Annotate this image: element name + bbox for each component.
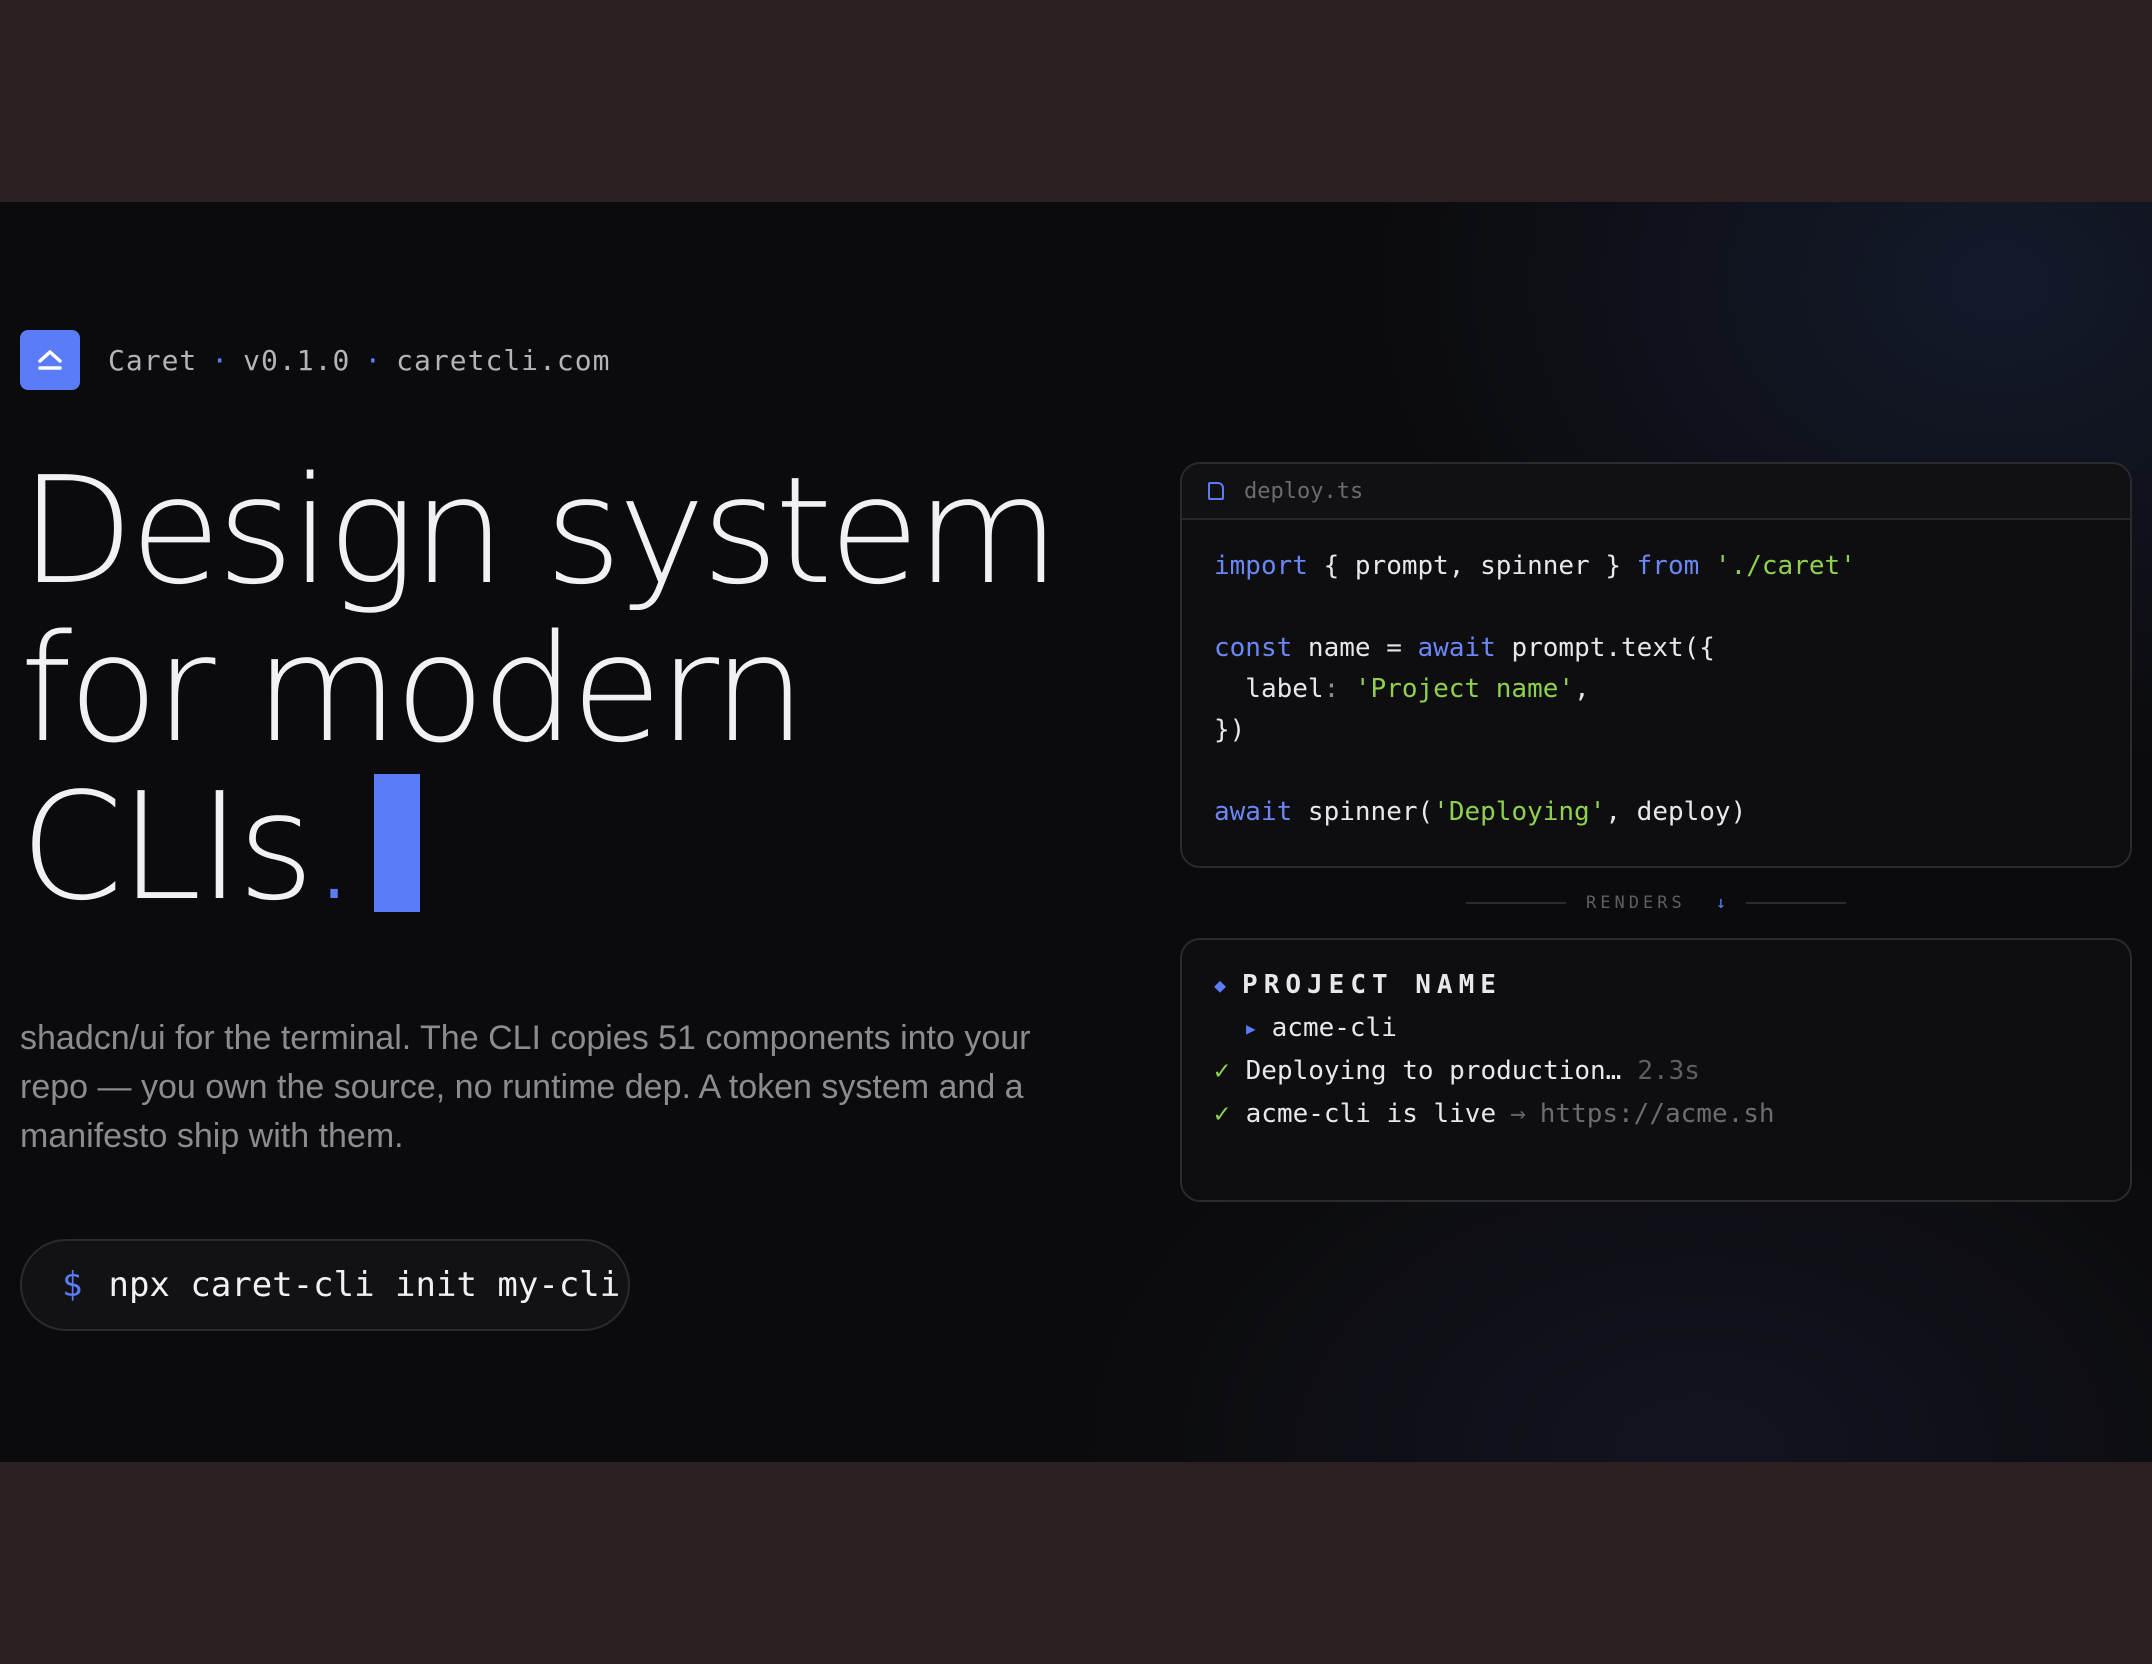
code-keyword: await [1214, 797, 1293, 827]
status-row: ✓ acme-cli is live → https://acme.sh [1214, 1093, 2130, 1136]
brand-row: Caret · v0.1.0 · caretcli.com [20, 330, 610, 390]
block-cursor [373, 774, 420, 912]
live-url-link[interactable]: https://acme.sh [1540, 1093, 1775, 1136]
status-row: ✓ Deploying to production… 2.3s [1214, 1050, 2130, 1093]
shell-prompt: $ [62, 1265, 83, 1305]
prompt-answer: acme-cli [1271, 1013, 1397, 1043]
code-string: 'Deploying' [1433, 797, 1606, 827]
code-keyword: from [1636, 551, 1700, 581]
filename: deploy.ts [1244, 478, 1364, 504]
brand-meta: Caret · v0.1.0 · caretcli.com [108, 344, 610, 377]
code-line: label: 'Project name', [1214, 669, 2130, 710]
divider-line [1466, 902, 1567, 904]
arrow-right-icon: → [1510, 1099, 1526, 1129]
separator-dot: · [364, 343, 383, 377]
hero-description: shadcn/ui for the terminal. The CLI copi… [20, 1019, 1031, 1155]
prompt-title: PROJECT NAME [1242, 970, 1502, 1000]
code-text: spinner( [1292, 797, 1434, 827]
file-icon [1208, 482, 1224, 500]
triangle-right-icon: ▶ [1246, 1019, 1256, 1038]
code-text: name = [1292, 633, 1418, 663]
check-icon: ✓ [1214, 1099, 1230, 1129]
check-icon: ✓ [1214, 1056, 1230, 1086]
status-time: 2.3s [1637, 1056, 1700, 1086]
code-punct: : [1323, 674, 1355, 704]
headline-period: . [310, 761, 358, 933]
renders-divider: RENDERS ↓ [1466, 890, 1846, 916]
code-keyword: import [1214, 551, 1308, 581]
hero-section: Caret · v0.1.0 · caretcli.com Design sys… [0, 202, 2152, 1462]
code-card-header: deploy.ts [1182, 464, 2130, 520]
code-keyword: await [1417, 633, 1496, 663]
arrow-down-icon: ↓ [1715, 893, 1726, 913]
command-text: npx caret-cli init my-cli [108, 1265, 621, 1305]
code-text: { prompt, spinner } [1307, 551, 1637, 581]
divider-line [1745, 902, 1846, 904]
brand-name: Caret [108, 343, 198, 377]
install-command[interactable]: $ npx caret-cli init my-cli [20, 1239, 630, 1331]
code-keyword: const [1214, 633, 1293, 663]
status-text: acme-cli is live [1245, 1099, 1497, 1129]
code-string: './caret' [1699, 551, 1856, 581]
status-text: Deploying to production… [1245, 1056, 1622, 1086]
terminal-output: ◆ PROJECT NAME ▶ acme-cli ✓ Deploying to… [1182, 940, 2130, 1136]
headline-line-2: for modern [20, 603, 806, 775]
headline-line-3: CLIs. [20, 768, 1120, 926]
code-line: }) [1214, 715, 1246, 745]
code-line: import { prompt, spinner } from './caret… [1214, 546, 2130, 587]
hero-headline: Design system for modern CLIs. [20, 452, 1120, 926]
code-text: , deploy) [1605, 797, 1747, 827]
eject-icon[interactable] [20, 330, 80, 390]
code-string: 'Project name' [1354, 674, 1575, 704]
code-example-card: deploy.ts import { prompt, spinner } fro… [1180, 462, 2132, 868]
separator-dot: · [211, 343, 230, 377]
code-block: import { prompt, spinner } from './caret… [1182, 520, 2130, 833]
headline-line-1: Design system [20, 445, 1060, 617]
code-text: prompt.text({ [1495, 633, 1715, 663]
code-line: await spinner('Deploying', deploy) [1214, 792, 2130, 833]
code-text: label [1214, 674, 1324, 704]
renders-label: RENDERS [1586, 893, 1686, 913]
site-link[interactable]: caretcli.com [396, 344, 610, 377]
headline-word: CLIs [20, 761, 315, 933]
version-label: v0.1.0 [243, 343, 351, 377]
code-punct: , [1574, 674, 1590, 704]
diamond-icon: ◆ [1214, 973, 1227, 997]
code-line: const name = await prompt.text({ [1214, 628, 2130, 669]
terminal-output-card: ◆ PROJECT NAME ▶ acme-cli ✓ Deploying to… [1180, 938, 2132, 1202]
prompt-answer-row: ▶ acme-cli [1214, 1007, 2130, 1050]
prompt-title-row: ◆ PROJECT NAME [1214, 964, 2130, 1007]
